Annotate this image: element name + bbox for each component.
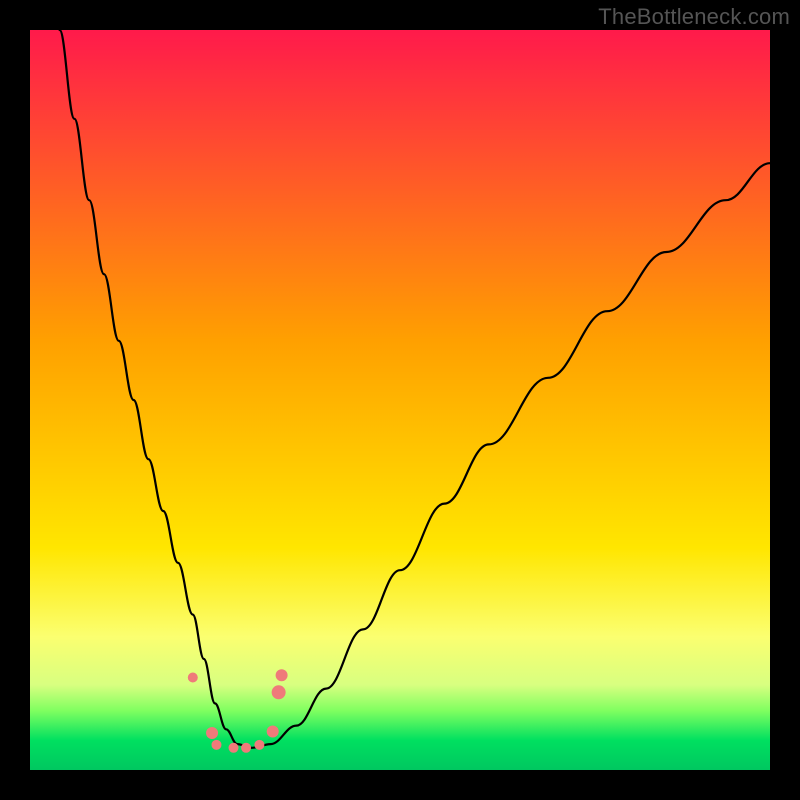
bottleneck-chart — [30, 30, 770, 770]
marker-dot — [229, 743, 239, 753]
marker-dot — [272, 685, 286, 699]
gradient-background — [30, 30, 770, 770]
marker-dot — [206, 727, 218, 739]
marker-dot — [254, 740, 264, 750]
marker-dot — [188, 673, 198, 683]
marker-dot — [211, 740, 221, 750]
marker-dot — [276, 669, 288, 681]
marker-dot — [241, 743, 251, 753]
watermark-text: TheBottleneck.com — [598, 4, 790, 30]
chart-frame: TheBottleneck.com — [0, 0, 800, 800]
marker-dot — [267, 726, 279, 738]
plot-area — [30, 30, 770, 770]
